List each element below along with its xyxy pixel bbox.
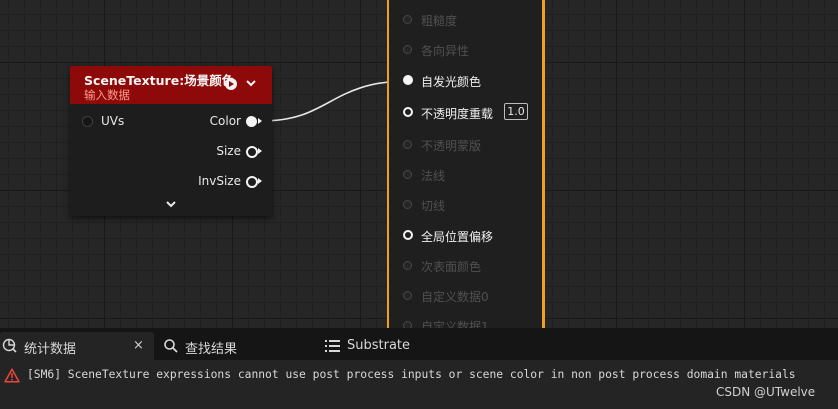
opacity-value-field[interactable]: 1.0 bbox=[504, 103, 528, 120]
tab-stats[interactable]: 统计数据 × bbox=[0, 332, 154, 360]
tab-label: Substrate bbox=[347, 338, 411, 353]
pin-label: 法线 bbox=[421, 169, 446, 183]
pin-label: 次表面颜色 bbox=[421, 260, 482, 274]
node-header[interactable]: SceneTexture:场景颜色 输入数据 bbox=[70, 66, 272, 104]
pin-arrow-icon bbox=[258, 148, 262, 154]
pin-label: 自定义数据0 bbox=[421, 290, 489, 304]
pin-icon[interactable] bbox=[403, 45, 412, 54]
expand-chevron-icon[interactable] bbox=[164, 199, 178, 211]
bottom-tab-bar: 统计数据 × 查找结果 Substrate bbox=[0, 328, 838, 360]
pin-label: InvSize bbox=[198, 174, 241, 188]
pin-icon[interactable] bbox=[403, 140, 412, 149]
material-graph-canvas[interactable]: SceneTexture:场景颜色 输入数据 UVs Color Size In… bbox=[0, 0, 838, 328]
preview-play-icon[interactable] bbox=[225, 78, 237, 90]
pin-icon[interactable] bbox=[403, 291, 412, 300]
pin-label: 自发光颜色 bbox=[421, 75, 482, 89]
pin-hollow-icon[interactable] bbox=[403, 230, 413, 240]
pin-label: 粗糙度 bbox=[421, 14, 458, 28]
pin-hollow-icon[interactable] bbox=[403, 107, 413, 117]
search-icon bbox=[164, 339, 178, 353]
close-icon[interactable]: × bbox=[133, 338, 144, 353]
pin-icon[interactable] bbox=[403, 261, 412, 270]
pin-size[interactable]: Size bbox=[70, 144, 272, 160]
output-pin-filled-icon[interactable] bbox=[246, 116, 257, 127]
node-subtitle: 输入数据 bbox=[84, 88, 130, 102]
stats-icon bbox=[2, 338, 17, 353]
pin-color[interactable]: Color bbox=[70, 114, 272, 130]
tab-substrate[interactable]: Substrate bbox=[320, 332, 440, 360]
pin-arrow-icon bbox=[258, 178, 262, 184]
list-icon bbox=[325, 340, 340, 352]
stats-message-panel: [SM6] SceneTexture expressions cannot us… bbox=[0, 360, 838, 409]
pin-label: 不透明蒙版 bbox=[421, 139, 482, 153]
pin-icon[interactable] bbox=[403, 15, 412, 24]
tab-find-results[interactable]: 查找结果 bbox=[158, 332, 308, 360]
material-result-node[interactable]: 粗糙度 各向异性 自发光颜色 不透明度重载 1.0 不透明蒙版 法线 切线 全局… bbox=[387, 0, 545, 328]
pin-label: 自定义数据1 bbox=[421, 320, 489, 328]
pin-label: Color bbox=[209, 114, 241, 128]
output-pin-hollow-icon[interactable] bbox=[246, 146, 258, 158]
pin-icon[interactable] bbox=[403, 200, 412, 209]
pin-label: 全局位置偏移 bbox=[421, 230, 494, 244]
pin-icon[interactable] bbox=[403, 321, 412, 328]
watermark: CSDN @UTwelve bbox=[716, 385, 816, 399]
tab-label: 查找结果 bbox=[185, 342, 238, 357]
tab-label: 统计数据 bbox=[24, 342, 77, 357]
pin-label: Size bbox=[216, 144, 241, 158]
pin-label: 各向异性 bbox=[421, 44, 470, 58]
warning-icon bbox=[4, 368, 20, 383]
warning-message: [SM6] SceneTexture expressions cannot us… bbox=[27, 368, 796, 381]
pin-label: 切线 bbox=[421, 199, 446, 213]
pin-icon[interactable] bbox=[403, 170, 412, 179]
pin-label: 不透明度重载 bbox=[421, 107, 494, 121]
pin-invsize[interactable]: InvSize bbox=[70, 174, 272, 190]
chevron-down-icon[interactable] bbox=[244, 76, 258, 90]
pin-filled-icon[interactable] bbox=[403, 75, 413, 85]
scene-texture-node[interactable]: SceneTexture:场景颜色 输入数据 UVs Color Size In… bbox=[70, 66, 272, 216]
pin-arrow-icon bbox=[258, 118, 262, 124]
output-pin-hollow-icon[interactable] bbox=[246, 176, 258, 188]
